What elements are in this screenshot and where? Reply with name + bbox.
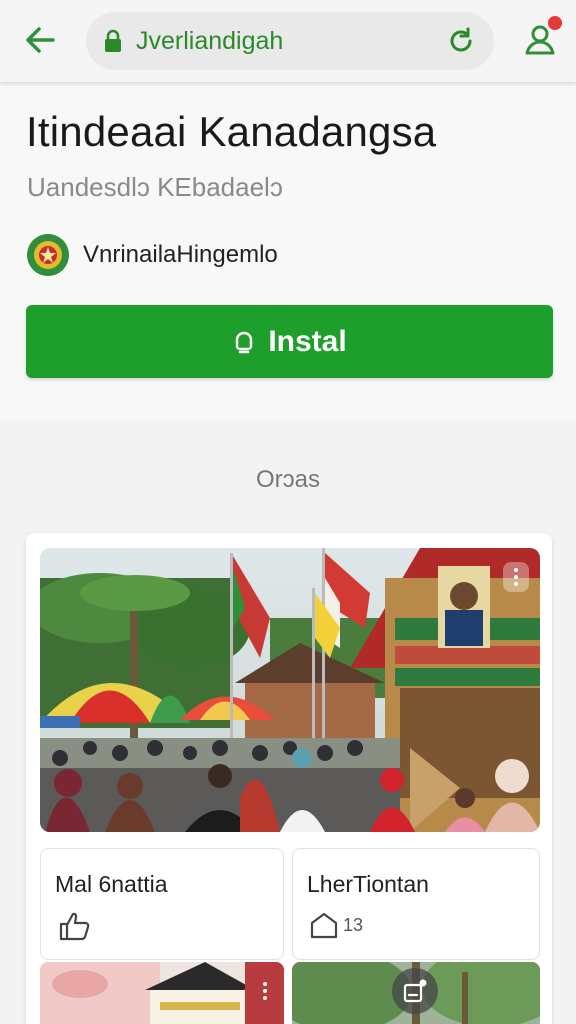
app-title: Itindeaai Kanadangsa bbox=[26, 108, 437, 155]
browser-toolbar: Jverliandigah bbox=[0, 0, 576, 82]
content-tile[interactable]: LherTiontan 13 bbox=[292, 848, 540, 960]
install-button[interactable]: Instal bbox=[26, 305, 553, 378]
download-icon bbox=[232, 329, 258, 355]
tile-meta: 13 bbox=[309, 911, 363, 939]
edit-image-icon bbox=[403, 979, 427, 1003]
tile-title: Mal 6nattia bbox=[55, 871, 168, 897]
notification-dot bbox=[548, 16, 562, 30]
thumbnail-action-button[interactable] bbox=[392, 968, 438, 1014]
hero-menu-button[interactable] bbox=[503, 562, 529, 592]
reload-icon[interactable] bbox=[444, 24, 478, 58]
hero-image[interactable] bbox=[40, 548, 540, 832]
address-bar[interactable]: Jverliandigah bbox=[86, 12, 494, 70]
section-label: Orɔas bbox=[255, 466, 320, 493]
developer-row[interactable]: VnrinailaHingemlo bbox=[27, 232, 278, 278]
more-dots-icon bbox=[514, 568, 518, 572]
arrow-left-icon bbox=[26, 27, 55, 53]
developer-logo bbox=[27, 234, 69, 276]
tile-meta-value: 13 bbox=[343, 914, 364, 935]
tile-meta bbox=[57, 911, 95, 941]
lock-icon bbox=[104, 29, 124, 53]
content-tile[interactable]: Mal 6nattia bbox=[40, 848, 284, 960]
tile-title: LherTiontan bbox=[307, 871, 429, 897]
more-dots-icon bbox=[263, 982, 267, 986]
thumbnail-image[interactable] bbox=[40, 962, 284, 1024]
app-subtitle: Uandesdlɔ KEbadaelɔ bbox=[27, 172, 283, 202]
url-text: Jverliandigah bbox=[136, 26, 284, 55]
house-icon bbox=[310, 912, 338, 939]
profile-button[interactable] bbox=[518, 16, 564, 62]
thumbs-up-icon bbox=[59, 912, 90, 941]
thumbnail-menu-button[interactable] bbox=[256, 976, 274, 1006]
back-button[interactable] bbox=[20, 20, 60, 60]
install-label: Instal bbox=[268, 324, 347, 358]
developer-name: VnrinailaHingemlo bbox=[83, 241, 278, 268]
